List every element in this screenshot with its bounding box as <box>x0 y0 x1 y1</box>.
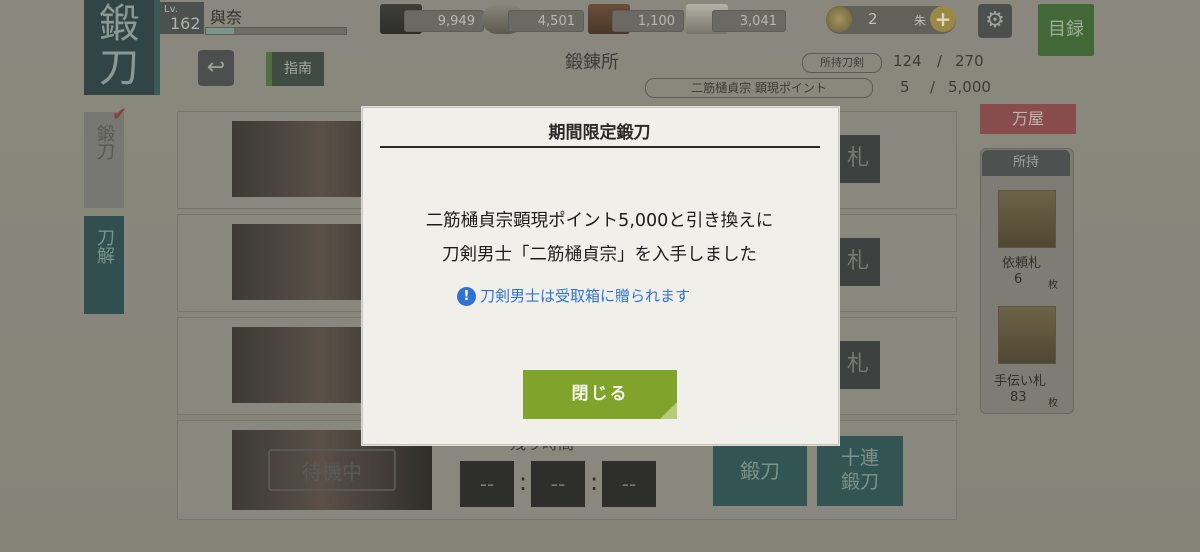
close-button[interactable]: 閉じる <box>523 370 677 419</box>
dialog-divider <box>380 146 820 148</box>
info-icon: ! <box>457 287 476 306</box>
dialog-message-line1: 二筋樋貞宗顕現ポイント5,000と引き換えに <box>425 211 774 231</box>
dialog-title: 期間限定鍛刀 <box>548 123 651 143</box>
close-button-corner <box>660 402 677 419</box>
dialog-notice: 刀剣男士は受取箱に贈られます <box>480 287 691 305</box>
dialog-message-line2: 刀剣男士「二筋樋貞宗」を入手しました <box>442 245 757 265</box>
